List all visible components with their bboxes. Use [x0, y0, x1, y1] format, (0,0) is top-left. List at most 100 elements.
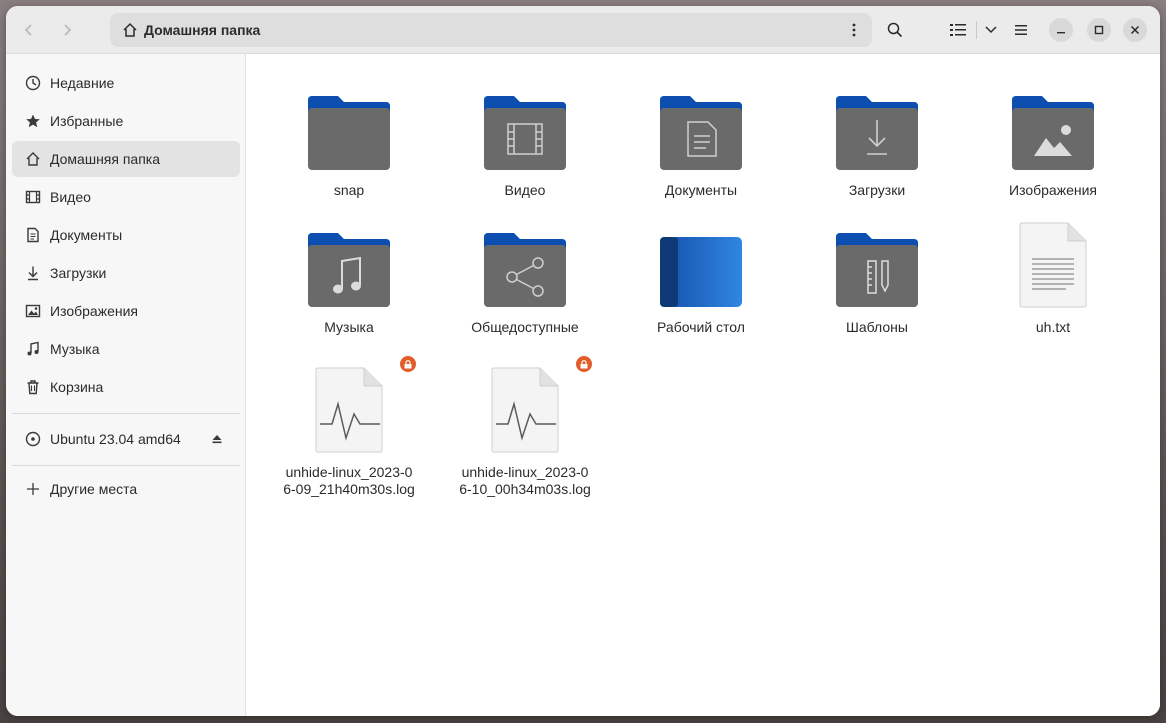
path-menu-button[interactable] — [846, 21, 862, 39]
view-mode-button[interactable] — [944, 15, 972, 45]
file-name: snap — [333, 182, 365, 198]
sidebar-item-home[interactable]: Домашняя папка — [12, 141, 240, 177]
file-name: unhide-linux_2023-06-09_21h40m30s.log — [283, 464, 415, 497]
sidebar-item-label: Загрузки — [50, 265, 107, 281]
sidebar-item-starred[interactable]: Избранные — [12, 103, 240, 139]
file-item-folder[interactable]: Шаблоны — [802, 213, 952, 336]
file-name: Загрузки — [848, 182, 906, 198]
main-menu-button[interactable] — [1004, 13, 1038, 47]
sidebar-item-label: Документы — [50, 227, 123, 243]
file-name: uh.txt — [1035, 319, 1071, 335]
video-folder-icon — [450, 76, 600, 172]
file-name: unhide-linux_2023-06-10_00h34m03s.log — [459, 464, 591, 497]
sidebar-separator — [12, 465, 240, 466]
file-item-folder[interactable]: Загрузки — [802, 76, 952, 199]
text-file-icon — [978, 213, 1128, 309]
minimize-button[interactable] — [1049, 18, 1073, 42]
sidebar-item-label: Изображения — [50, 303, 138, 319]
file-name: Рабочий стол — [657, 319, 745, 335]
view-options-dropdown[interactable] — [981, 15, 1001, 45]
file-name: Документы — [664, 182, 738, 198]
file-item-folder[interactable]: Изображения — [978, 76, 1128, 199]
file-item-log[interactable]: unhide-linux_2023-06-09_21h40m30s.log — [274, 356, 424, 498]
pictures-folder-icon — [978, 76, 1128, 172]
sidebar-item-videos[interactable]: Видео — [12, 179, 240, 215]
plus-icon — [24, 480, 42, 498]
chevron-right-icon — [64, 24, 72, 36]
eject-icon[interactable] — [212, 431, 222, 447]
star-icon — [24, 112, 42, 130]
log-file-icon — [274, 356, 424, 454]
file-name: Изображения — [1009, 182, 1097, 198]
sidebar-item-pictures[interactable]: Изображения — [12, 293, 240, 329]
documents-folder-icon — [626, 76, 776, 172]
sidebar-item-label: Избранные — [50, 113, 124, 129]
file-item-folder[interactable]: snap — [274, 76, 424, 199]
music-icon — [24, 340, 42, 358]
home-icon — [24, 150, 42, 168]
log-file-icon — [450, 356, 600, 454]
file-item-folder[interactable]: Видео — [450, 76, 600, 199]
trash-icon — [24, 378, 42, 396]
sidebar-item-trash[interactable]: Корзина — [12, 369, 240, 405]
desktop-folder-icon — [626, 213, 776, 309]
list-view-icon — [950, 24, 966, 36]
forward-button[interactable] — [50, 13, 84, 47]
maximize-icon — [1094, 25, 1104, 35]
lock-icon — [576, 356, 592, 372]
folder-icon — [274, 76, 424, 172]
templates-folder-icon — [802, 213, 952, 309]
downloads-folder-icon — [802, 76, 952, 172]
sidebar-item-downloads[interactable]: Загрузки — [12, 255, 240, 291]
film-icon — [24, 188, 42, 206]
home-icon — [123, 22, 137, 37]
close-icon — [1130, 25, 1140, 35]
headerbar: Домашняя папка — [6, 6, 1160, 54]
document-icon — [24, 226, 42, 244]
chevron-down-icon — [985, 26, 997, 34]
view-mode-split-button — [944, 15, 1002, 45]
chevron-left-icon — [24, 24, 32, 36]
sidebar-item-drive[interactable]: Ubuntu 23.04 amd64 — [12, 421, 240, 457]
search-icon — [887, 22, 903, 38]
search-button[interactable] — [878, 13, 912, 47]
file-grid: snap Видео Документы Загрузки Изображени — [247, 54, 1160, 716]
close-button[interactable] — [1123, 18, 1147, 42]
file-item-log[interactable]: unhide-linux_2023-06-10_00h34m03s.log — [450, 356, 600, 498]
path-bar[interactable]: Домашняя папка — [110, 13, 872, 47]
sidebar-item-documents[interactable]: Документы — [12, 217, 240, 253]
back-button[interactable] — [12, 13, 46, 47]
lock-icon — [400, 356, 416, 372]
file-name: Видео — [504, 182, 546, 198]
sidebar: Недавние Избранные Домашняя папка Видео … — [6, 54, 246, 716]
sidebar-item-label: Домашняя папка — [50, 151, 161, 167]
sidebar-item-label: Корзина — [50, 379, 104, 395]
sidebar-item-recent[interactable]: Недавние — [12, 65, 240, 101]
download-icon — [24, 264, 42, 282]
sidebar-item-label: Другие места — [50, 481, 138, 497]
sidebar-item-label: Музыка — [50, 341, 100, 357]
sidebar-item-label: Ubuntu 23.04 amd64 — [50, 431, 181, 447]
disc-icon — [24, 430, 42, 448]
sidebar-item-music[interactable]: Музыка — [12, 331, 240, 367]
sidebar-item-label: Недавние — [50, 75, 115, 91]
sidebar-item-other-locations[interactable]: Другие места — [12, 471, 240, 507]
file-item-folder[interactable]: Документы — [626, 76, 776, 199]
file-item-folder[interactable]: Рабочий стол — [626, 213, 776, 336]
file-name: Общедоступные — [471, 319, 579, 335]
maximize-button[interactable] — [1087, 18, 1111, 42]
vertical-dots-icon — [852, 23, 856, 37]
path-bar-label[interactable]: Домашняя папка — [144, 22, 260, 38]
minimize-icon — [1057, 32, 1065, 34]
file-manager-window: Домашняя папка Недавние Избранные Домашн… — [6, 6, 1160, 716]
sidebar-separator — [12, 413, 240, 414]
music-folder-icon — [274, 213, 424, 309]
file-item-folder[interactable]: Музыка — [274, 213, 424, 336]
file-item-text[interactable]: uh.txt — [978, 213, 1128, 336]
file-item-folder[interactable]: Общедоступные — [450, 213, 600, 336]
file-name: Шаблоны — [846, 319, 908, 335]
hamburger-icon — [1015, 25, 1027, 35]
public-folder-icon — [450, 213, 600, 309]
sidebar-item-label: Видео — [50, 189, 91, 205]
clock-icon — [24, 74, 42, 92]
